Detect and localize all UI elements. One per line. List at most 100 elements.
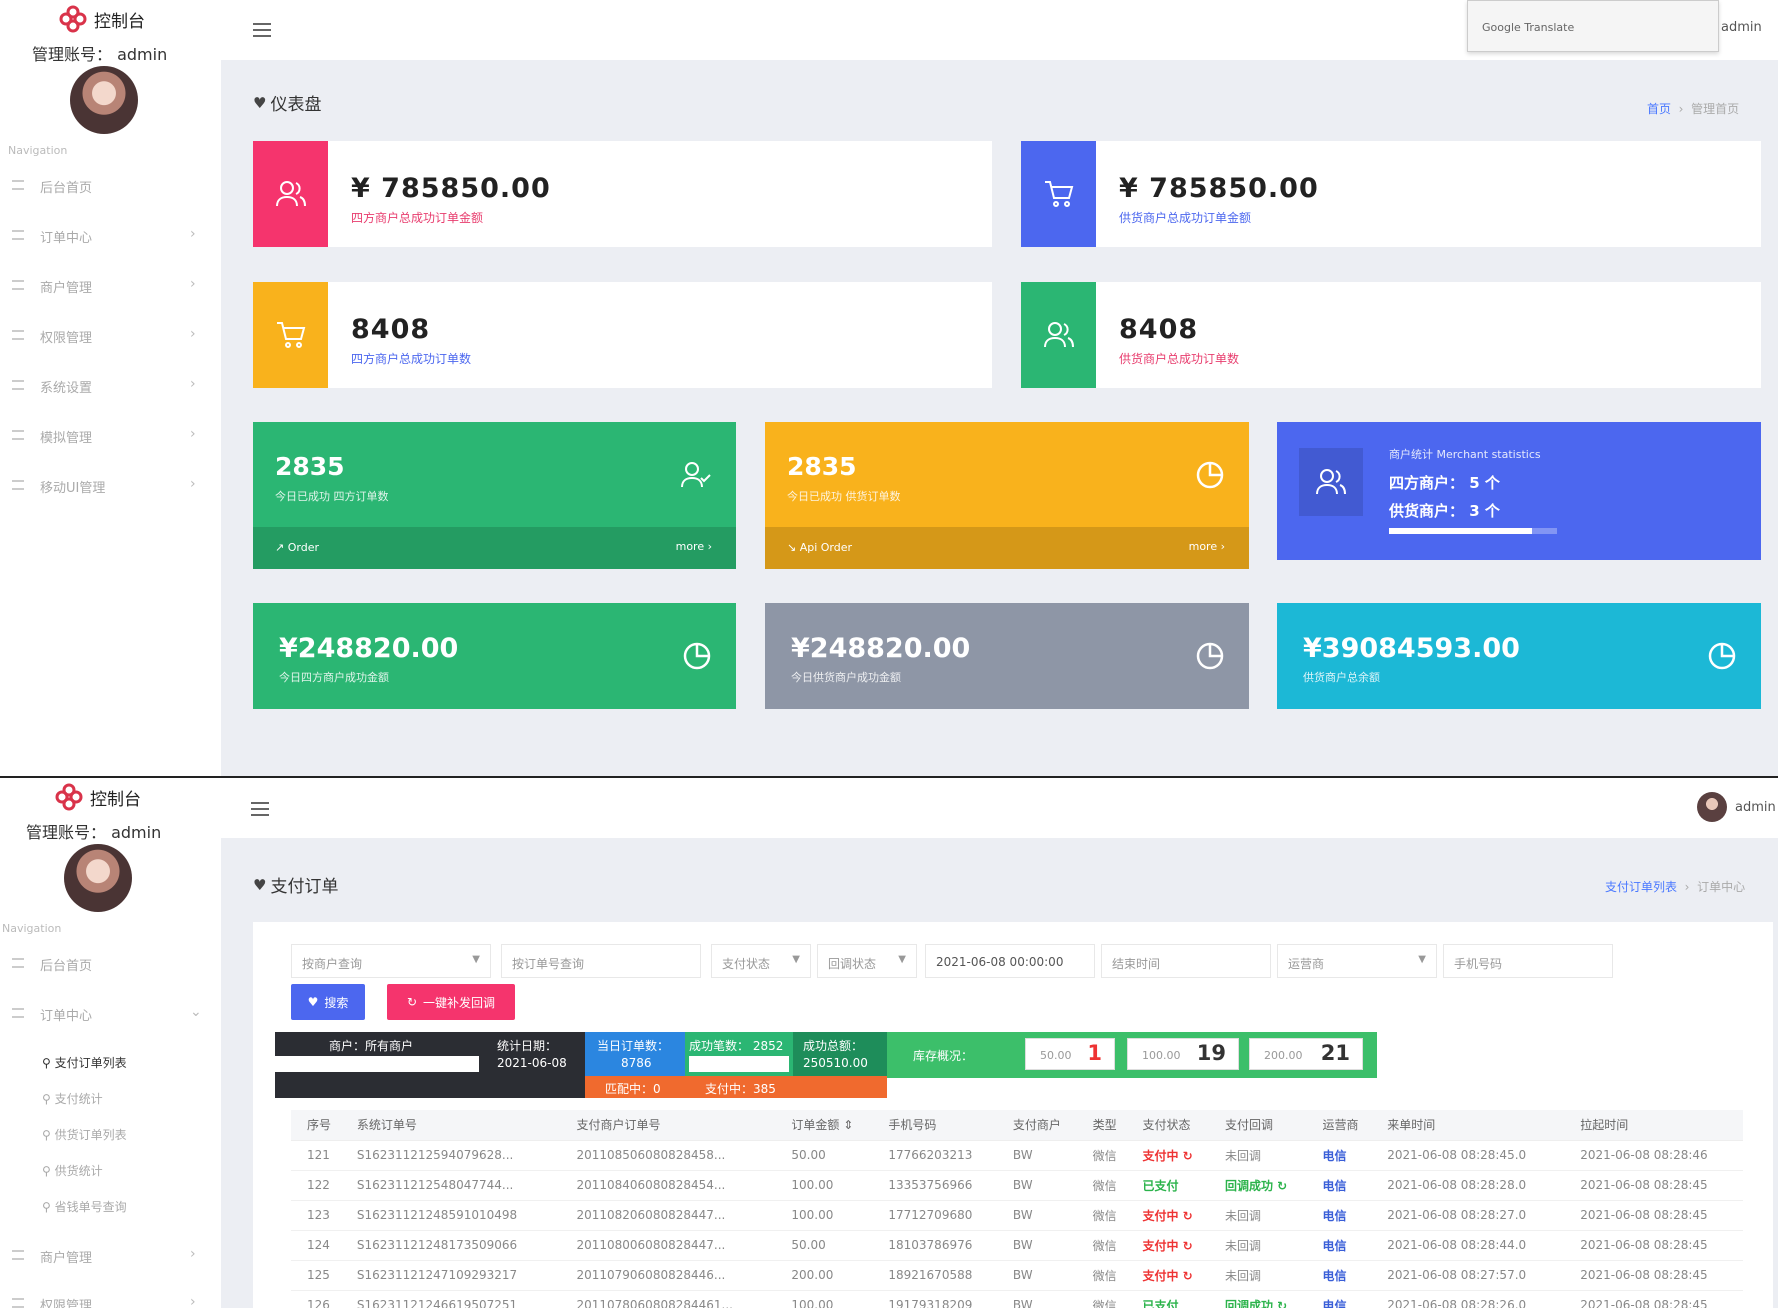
sidebar-item-permissions[interactable]: 权限管理 › [0, 1290, 210, 1308]
table-cell: 已支付 [1126, 1170, 1209, 1201]
users-icon [1021, 282, 1096, 388]
end-time-input[interactable]: 结束时间 [1101, 944, 1271, 978]
sidebar-item-home[interactable]: 后台首页 [0, 172, 210, 202]
tile-value: 2835 [787, 452, 857, 481]
sidebar-subitem-payment-orders[interactable]: ⚲ 支付订单列表 [42, 1054, 127, 1071]
page-title: ♥ 仪表盘 [253, 93, 322, 116]
table-header-row: 序号 系统订单号 支付商户订单号 订单金额 ⇕ 手机号码 支付商户 类型 支付状态 支付回调 运营… [291, 1110, 1743, 1141]
batch-callback-button[interactable]: ↻ 一键补发回调 [387, 984, 515, 1020]
table-cell: 微信 [1076, 1260, 1127, 1291]
stat-label: 四方商户总成功订单金额 [351, 211, 484, 225]
summary-matching: 匹配中：0 [605, 1082, 661, 1096]
avatar[interactable] [70, 66, 138, 134]
hamburger-icon[interactable] [253, 23, 271, 37]
sidebar-item-simulation[interactable]: 模拟管理 › [0, 422, 210, 452]
table-cell: 支付中 ↻ [1126, 1200, 1209, 1231]
table-cell: 2021-06-08 08:28:44.0 [1371, 1230, 1565, 1261]
table-cell: 17712709680 [872, 1200, 997, 1231]
table-cell: 电信 [1306, 1140, 1372, 1171]
more-link[interactable]: more › [1189, 540, 1225, 553]
column-header: 支付商户订单号 [560, 1110, 776, 1141]
merchant-select[interactable]: 按商户查询 ▼ [291, 944, 491, 978]
chevron-right-icon: › [190, 326, 196, 342]
sidebar-item-settings[interactable]: 系统设置 › [0, 372, 210, 402]
brand[interactable]: 控制台 [58, 4, 145, 34]
user-name[interactable]: admin [1721, 20, 1762, 35]
user-avatar[interactable] [1697, 792, 1727, 822]
caret-down-icon: ▼ [792, 954, 800, 965]
orders-table: 序号 系统订单号 支付商户订单号 订单金额 ⇕ 手机号码 支付商户 类型 支付状态 支付回调 运营… [291, 1110, 1743, 1308]
orders-table-body: 121 S1623112125940796​28... 20110850608082… [291, 1140, 1743, 1308]
tile-today-quad-orders[interactable]: 2835 今日已成功 四方订单数 ↗ Order more › [253, 422, 736, 569]
operator-select[interactable]: 运营商 ▼ [1277, 944, 1437, 978]
table-cell: S1623112125940796​28... [340, 1140, 561, 1171]
menu-icon [12, 230, 24, 240]
table-cell: 122 [291, 1170, 341, 1201]
google-translate-popup[interactable]: Google Translate [1467, 0, 1719, 52]
tile-value: 2835 [275, 452, 345, 481]
search-button[interactable]: ♥ 搜索 [291, 984, 365, 1020]
table-cell: 18103786976 [872, 1230, 997, 1261]
breadcrumb-home[interactable]: 首页 [1647, 102, 1671, 116]
sidebar-subitem-order-lookup[interactable]: ⚲ 省钱单号查询 [42, 1198, 127, 1215]
menu-icon [12, 380, 24, 390]
table-row[interactable]: 126 S16231121246619507251 2011078060808284… [291, 1290, 1743, 1308]
pay-status-select[interactable]: 支付状态 ▼ [711, 944, 811, 978]
table-cell: 200.00 [775, 1260, 873, 1291]
main-content: admin ♥ 支付订单 支付订单列表 › 订单中心 按商户查询 ▼ 按订单号查询 … [221, 778, 1778, 1308]
hamburger-icon[interactable] [251, 802, 269, 816]
sidebar-item-permissions[interactable]: 权限管理 › [0, 322, 210, 352]
table-cell: 13353756966 [872, 1170, 997, 1201]
table-cell: BW [996, 1290, 1077, 1308]
sidebar: 控制台 管理账号： admin Navigation 后台首页 订单中心 ⌄ ⚲ … [0, 778, 221, 1308]
avatar[interactable] [64, 844, 132, 912]
table-row[interactable]: 122 S16231121254804774​4... 20110840608082… [291, 1170, 1743, 1201]
sidebar-item-merchants[interactable]: 商户管理 › [0, 1242, 210, 1272]
stat-label: 四方商户总成功订单数 [351, 352, 472, 366]
table-cell: 20110780608082844​61... [560, 1290, 776, 1308]
sidebar-subitem-payment-stats[interactable]: ⚲ 支付统计 [42, 1090, 103, 1107]
merchant-stats-title: 商户统计 Merchant statistics [1389, 448, 1541, 461]
logo-icon [55, 783, 83, 811]
table-cell: 18921670588 [872, 1260, 997, 1291]
sidebar-item-orders[interactable]: 订单中心 › [0, 222, 210, 252]
table-cell: 2021-06-08 08:28:28.0 [1371, 1170, 1565, 1201]
brand[interactable]: 控制台 [54, 782, 141, 812]
table-row[interactable]: 125 S16231121247109293217 2011079060808284… [291, 1260, 1743, 1291]
table-cell: 123 [291, 1200, 341, 1231]
stat-label: 供货商户总成功订单数 [1119, 352, 1240, 366]
breadcrumb-current[interactable]: 支付订单列表 [1605, 880, 1677, 894]
tile-label: 今日已成功 供货订单数 [787, 490, 901, 503]
table-row[interactable]: 124 S16231121248173509066 2011080060808284… [291, 1230, 1743, 1261]
breadcrumb: 首页 › 管理首页 [1647, 102, 1740, 116]
sidebar-item-merchants[interactable]: 商户管理 › [0, 272, 210, 302]
order-number-input[interactable]: 按订单号查询 [501, 944, 701, 978]
callback-status-select[interactable]: 回调状态 ▼ [817, 944, 917, 978]
nav-caption: Navigation [8, 144, 68, 157]
column-header: 手机号码 [872, 1110, 997, 1141]
more-link[interactable]: more › [676, 540, 712, 553]
sidebar-subitem-supply-stats[interactable]: ⚲ 供货统计 [42, 1162, 103, 1179]
column-header[interactable]: 订单金额 ⇕ [775, 1110, 873, 1141]
table-cell: 支付中 ↻ [1126, 1230, 1209, 1261]
table-cell: BW [996, 1260, 1077, 1291]
sidebar-item-home[interactable]: 后台首页 [0, 950, 210, 980]
breadcrumb-parent[interactable]: 订单中心 [1697, 880, 1745, 894]
money-value: ¥248820.00 [791, 633, 971, 664]
table-cell: 50.00 [775, 1230, 873, 1261]
table-cell: 124 [291, 1230, 341, 1261]
sidebar-subitem-supply-orders[interactable]: ⚲ 供货订单列表 [42, 1126, 127, 1143]
page-title: ♥ 支付订单 [253, 875, 339, 898]
topbar: admin [221, 778, 1778, 838]
start-time-input[interactable]: 2021-06-08 00:00:00 [925, 944, 1095, 978]
phone-input[interactable]: 手机号码 [1443, 944, 1613, 978]
sidebar-item-mobile-ui[interactable]: 移动UI管理 › [0, 472, 210, 502]
table-row[interactable]: 123 S16231121248591010498 2011082060808284… [291, 1200, 1743, 1231]
sidebar-item-orders[interactable]: 订单中心 ⌄ [0, 1000, 210, 1030]
summary-input-strip [275, 1056, 479, 1072]
user-name[interactable]: admin [1735, 800, 1776, 815]
table-row[interactable]: 121 S1623112125940796​28... 20110850608082… [291, 1140, 1743, 1171]
dashboard-screenshot: 控制台 管理账号： admin Navigation 后台首页 订单中心 › 商户… [0, 0, 1778, 777]
table-cell: S16231121254804774​4... [340, 1170, 561, 1201]
tile-today-supply-orders[interactable]: 2835 今日已成功 供货订单数 ↘ Api Order more › [765, 422, 1249, 569]
